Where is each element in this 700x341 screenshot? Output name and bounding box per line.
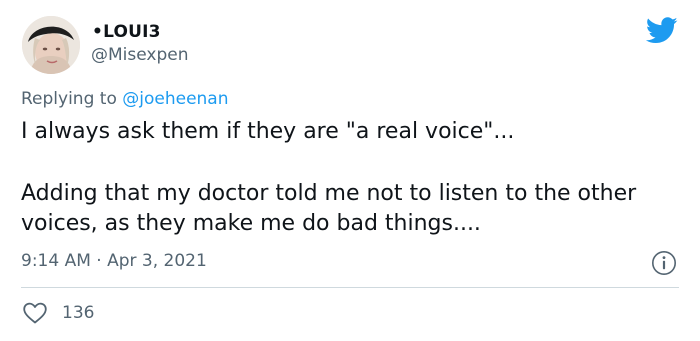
reply-prefix: Replying to <box>21 89 117 109</box>
twitter-bird-icon[interactable] <box>646 17 678 44</box>
tweet-text-line1: I always ask them if they are "a real vo… <box>21 119 515 144</box>
tweet-text-line2: Adding that my doctor told me not to lis… <box>21 181 637 236</box>
author-handle[interactable]: @Misexpen <box>91 45 189 65</box>
tweet-timestamp[interactable]: 9:14 AM · Apr 3, 2021 <box>21 251 207 271</box>
like-count: 136 <box>62 303 95 323</box>
avatar[interactable] <box>22 16 80 74</box>
avatar-image <box>22 16 80 74</box>
author-display-name[interactable]: •LOUI3 <box>92 22 161 42</box>
reply-mention-link[interactable]: @joeheenan <box>122 89 228 109</box>
reply-context: Replying to @joeheenan <box>21 89 229 109</box>
tweet-card: •LOUI3 @Misexpen Replying to @joeheenan … <box>0 0 700 341</box>
info-icon[interactable] <box>651 250 677 276</box>
divider <box>21 287 679 288</box>
heart-icon[interactable] <box>22 301 48 325</box>
